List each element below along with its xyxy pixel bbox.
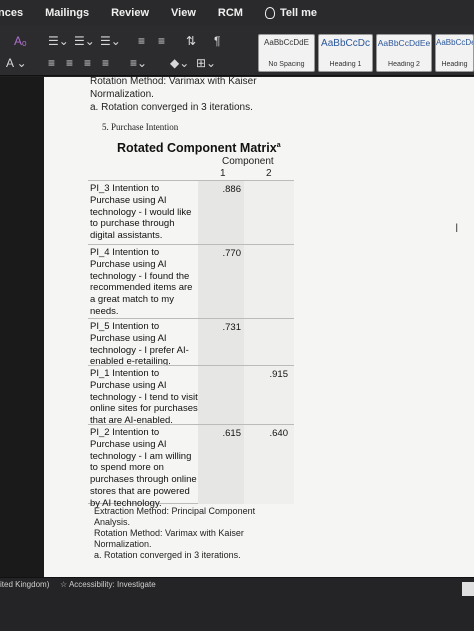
accessibility-status[interactable]: ☆ Accessibility: Investigate (60, 580, 156, 589)
footnote: a. Rotation converged in 3 iterations. (94, 550, 241, 560)
tab-mailings[interactable]: Mailings (45, 7, 89, 19)
tab-view[interactable]: View (171, 7, 196, 19)
language-status[interactable]: ited Kingdom) (0, 580, 49, 589)
style-heading[interactable]: AaBbCcDe Heading (435, 34, 474, 72)
show-marks-icon[interactable]: ¶ (214, 34, 220, 48)
accessibility-icon: ☆ (60, 580, 68, 589)
style-sample: AaBbCcDdEe (377, 38, 431, 48)
style-label: Heading (441, 61, 468, 68)
lightbulb-icon (264, 7, 275, 19)
column-header-2: 2 (266, 168, 272, 179)
clear-formatting-icon[interactable]: Aₒ (14, 34, 27, 48)
style-no-spacing[interactable]: AaBbCcDdE No Spacing (258, 34, 315, 72)
style-sample: AaBbCcDdE (264, 38, 309, 47)
footnote: Normalization. (94, 539, 152, 549)
matrix-title-text: Rotated Component Matrix (117, 141, 277, 155)
row-label: PI_2 Intention to Purchase using AI tech… (90, 427, 197, 509)
loading-value: .770 (222, 248, 242, 259)
loading-value: .886 (222, 184, 242, 195)
style-sample: AaBbCcDc (321, 38, 370, 49)
table-row: PI_1 Intention to Purchase using AI tech… (88, 365, 294, 427)
doc-line: Rotation Method: Varimax with Kaiser (90, 77, 257, 87)
matrix-title: Rotated Component Matrixa (117, 141, 281, 155)
document-page[interactable]: Rotation Method: Varimax with Kaiser Nor… (44, 77, 474, 577)
footnote: Analysis. (94, 517, 131, 527)
section-heading: 5. Purchase Intention (102, 122, 179, 132)
row-label: PI_3 Intention to Purchase using AI tech… (90, 183, 192, 242)
align-center-icon[interactable]: ≡ (66, 56, 73, 70)
tab-rcm[interactable]: RCM (218, 7, 243, 19)
loading-value: .731 (222, 322, 242, 333)
style-sample: AaBbCcDe (436, 38, 473, 47)
accessibility-label: Accessibility: Investigate (68, 580, 156, 589)
line-spacing-icon[interactable]: ≡⌄ (130, 56, 147, 70)
table-cell-bg (244, 319, 294, 366)
align-left-icon[interactable]: ≡ (48, 56, 55, 70)
style-heading-1[interactable]: AaBbCcDc Heading 1 (318, 34, 373, 72)
row-label: PI_1 Intention to Purchase using AI tech… (90, 368, 198, 427)
footnote: Rotation Method: Varimax with Kaiser (94, 528, 244, 538)
column-header-1: 1 (220, 168, 226, 179)
shading-icon[interactable]: ◆⌄ (170, 56, 189, 70)
justify-icon[interactable]: ≡ (102, 56, 109, 70)
decrease-indent-icon[interactable]: ≡ (138, 34, 145, 48)
style-heading-2[interactable]: AaBbCcDdEe Heading 2 (376, 34, 432, 72)
footnote: Extraction Method: Principal Component (94, 506, 256, 516)
row-label: PI_4 Intention to Purchase using AI tech… (90, 247, 193, 317)
tab-review[interactable]: Review (111, 7, 149, 19)
bullets-icon[interactable]: ☰⌄ (48, 34, 69, 48)
status-bar: ited Kingdom) ☆ Accessibility: Investiga… (0, 577, 474, 631)
style-label: Heading 2 (388, 61, 420, 68)
doc-line: a. Rotation converged in 3 iterations. (90, 102, 253, 113)
table-cell-bg (244, 245, 294, 319)
matrix-title-superscript: a (276, 141, 281, 149)
tell-me-box[interactable]: Tell me (264, 7, 318, 19)
loading-value: .640 (269, 428, 289, 439)
focus-mode-icon[interactable] (462, 582, 474, 596)
tab-references[interactable]: nces (0, 7, 23, 19)
component-header: Component (222, 156, 274, 167)
table-cell-bg (244, 181, 294, 245)
row-label: PI_5 Intention to Purchase using AI tech… (90, 321, 189, 368)
tell-me-label: Tell me (279, 7, 318, 19)
sort-icon[interactable]: ⇅ (186, 34, 196, 48)
table-row: PI_3 Intention to Purchase using AI tech… (88, 180, 294, 245)
loading-value: .615 (222, 428, 242, 439)
ribbon-toolbar: Aₒ A ⌄ ☰⌄ ☰⌄ ☰⌄ ≡ ≡ ⇅ ¶ ≡ ≡ ≡ ≡ ≡⌄ ◆⌄ ⊞⌄… (0, 26, 474, 76)
align-right-icon[interactable]: ≡ (84, 56, 91, 70)
style-label: No Spacing (268, 61, 305, 68)
increase-indent-icon[interactable]: ≡ (158, 34, 165, 48)
multilevel-list-icon[interactable]: ☰⌄ (100, 34, 121, 48)
style-label: Heading 1 (329, 61, 362, 68)
table-row: PI_5 Intention to Purchase using AI tech… (88, 318, 294, 368)
table-cell-bg (198, 366, 244, 425)
text-cursor-icon: I (455, 221, 459, 235)
borders-icon[interactable]: ⊞⌄ (196, 56, 216, 70)
loading-value: .915 (269, 369, 289, 380)
left-margin-area (0, 77, 44, 577)
table-row: PI_4 Intention to Purchase using AI tech… (88, 244, 294, 319)
table-row: PI_2 Intention to Purchase using AI tech… (88, 424, 294, 509)
font-color-icon[interactable]: A ⌄ (6, 56, 27, 70)
numbering-icon[interactable]: ☰⌄ (74, 34, 95, 48)
ribbon-tabs: nces Mailings Review View RCM Tell me (0, 0, 474, 26)
doc-line: Normalization. (90, 89, 154, 100)
word-window: nces Mailings Review View RCM Tell me Aₒ… (0, 0, 474, 631)
